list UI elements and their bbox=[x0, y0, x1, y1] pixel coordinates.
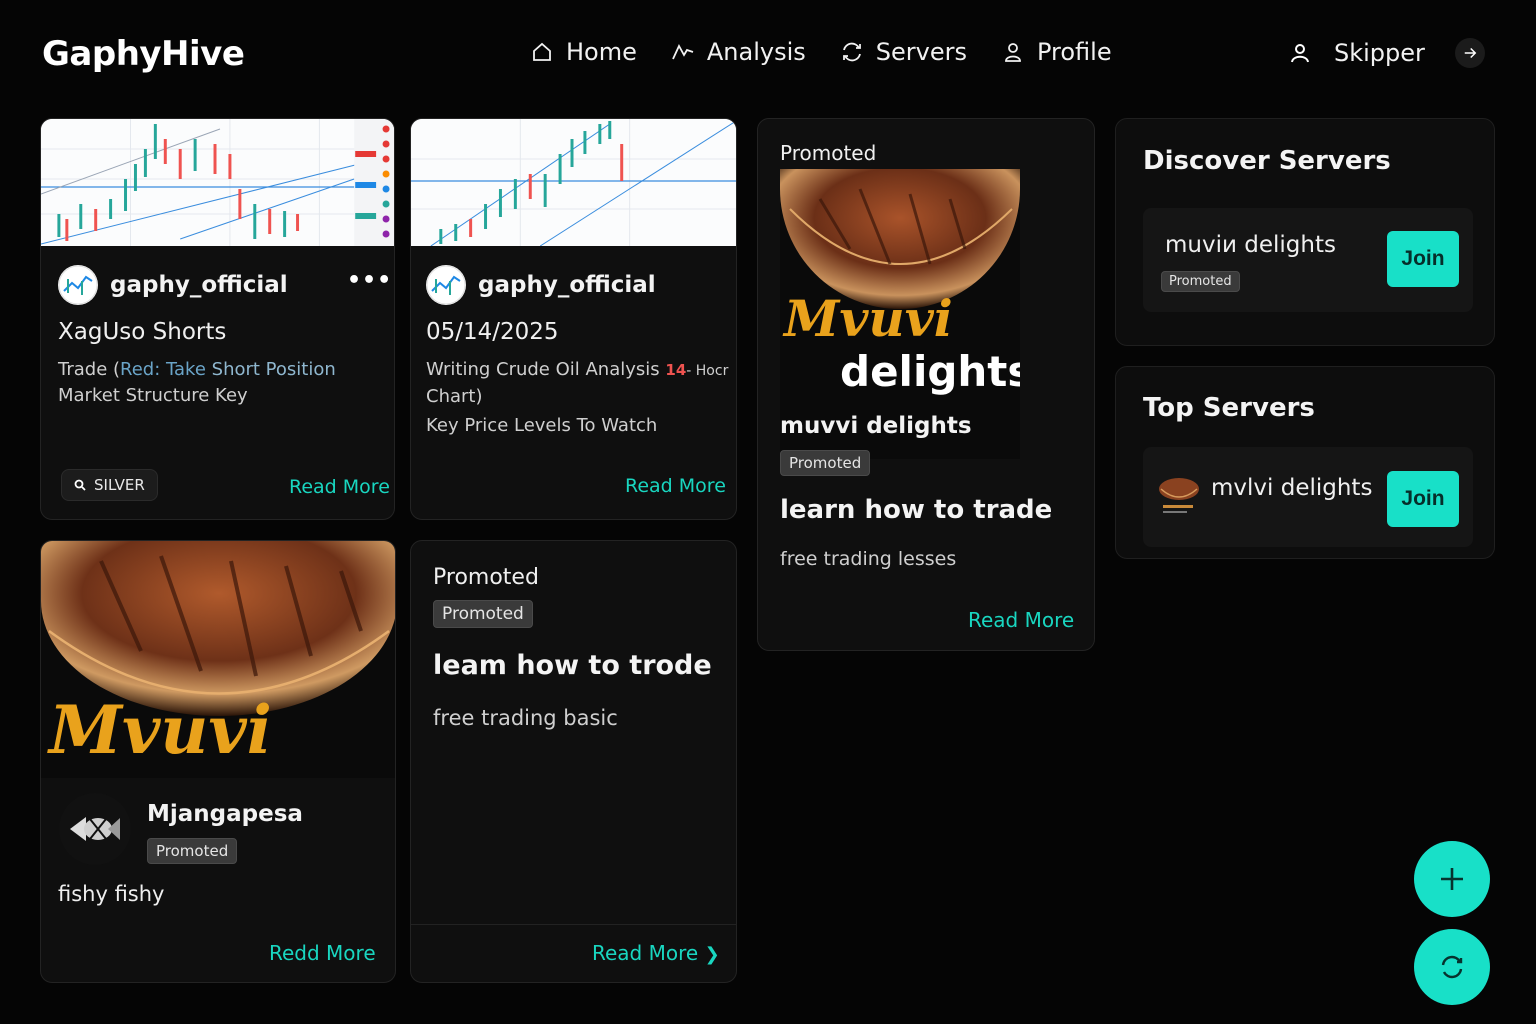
post-body-line-1: Writing Crude Oil Analysis 14- Hocr bbox=[426, 359, 729, 380]
read-more-link[interactable]: Redd More bbox=[269, 941, 376, 965]
nav-home[interactable]: Home bbox=[530, 38, 637, 66]
profile-icon bbox=[1005, 43, 1021, 62]
food-banner-image: Mvuvi bbox=[41, 541, 395, 778]
card-divider bbox=[411, 924, 736, 925]
post-date: 05/14/2025 bbox=[426, 319, 559, 345]
post-body-line-3: Key Price Levels To Watch bbox=[426, 415, 658, 436]
server-name: mvlvi delights bbox=[1211, 475, 1373, 501]
post-title: learn how to trade bbox=[780, 495, 1053, 525]
panel-title: Top Servers bbox=[1143, 393, 1315, 423]
panel-title: Discover Servers bbox=[1143, 146, 1391, 176]
post-card-xaguso[interactable]: gaphy_official ••• XagUso Shorts Trade (… bbox=[40, 118, 395, 520]
food-word-text: delights bbox=[840, 347, 1020, 396]
nav-profile-label: Profile bbox=[1036, 38, 1112, 66]
nav-profile[interactable]: Profile bbox=[1001, 38, 1112, 66]
nav-analysis-label: Analysis bbox=[706, 38, 806, 66]
post-body-line-2: Market Structure Key bbox=[58, 385, 248, 406]
post-body-line-2: Chart) bbox=[426, 386, 483, 407]
plus-icon bbox=[1441, 868, 1463, 890]
chevron-right-icon: ❯ bbox=[704, 944, 720, 965]
promoted-label: Promoted bbox=[433, 565, 539, 590]
author-name: gaphy_official bbox=[478, 272, 656, 298]
app-logo[interactable]: GaphyHive bbox=[42, 34, 245, 74]
food-dish-image bbox=[780, 169, 1020, 309]
post-body: fishy fishy bbox=[58, 882, 165, 906]
refresh-button[interactable] bbox=[1414, 929, 1490, 1005]
post-card-crude-oil[interactable]: gaphy_official 05/14/2025 Writing Crude … bbox=[410, 118, 737, 520]
post-body: Writing Crude Oil Analysis 14- Hocr Char… bbox=[426, 357, 731, 439]
search-icon bbox=[74, 479, 86, 491]
chart-avatar-icon bbox=[58, 265, 98, 305]
promoted-card-trade[interactable]: Promoted Promoted leam how to trode free… bbox=[410, 540, 737, 983]
avatar bbox=[426, 265, 466, 305]
server-thumbnail-image bbox=[1159, 478, 1199, 513]
main-nav: Home Analysis Servers Profile bbox=[530, 38, 1112, 66]
food-script-text: Mvuvi bbox=[49, 691, 272, 769]
promoted-badge: Promoted bbox=[433, 600, 533, 628]
user-menu[interactable]: Skipper bbox=[1288, 38, 1485, 68]
discover-servers-panel: Discover Servers muviи delights Promoted… bbox=[1115, 118, 1495, 346]
post-body-line-1: Trade (Red: Take Short Position bbox=[58, 359, 336, 380]
server-name: muviи delights bbox=[1165, 232, 1336, 258]
promoted-label: Promoted bbox=[780, 141, 877, 165]
chart-avatar-icon bbox=[426, 265, 466, 305]
fish-icon bbox=[70, 817, 120, 841]
post-author[interactable]: gaphy_official bbox=[58, 265, 288, 305]
food-script-text: Mvuvi bbox=[784, 289, 953, 348]
server-row[interactable]: muviи delights Promoted Join bbox=[1143, 208, 1473, 312]
post-chart-image bbox=[41, 119, 394, 246]
read-more-link[interactable]: Read More bbox=[625, 475, 726, 497]
highlight-number: 14 bbox=[665, 361, 687, 379]
badge-label: SILVER bbox=[94, 476, 145, 494]
join-button[interactable]: Join bbox=[1387, 471, 1459, 527]
read-more-link[interactable]: Read More bbox=[289, 476, 390, 498]
silver-badge[interactable]: SILVER bbox=[61, 469, 158, 501]
avatar bbox=[58, 265, 98, 305]
highlight-text: Red: Take bbox=[120, 359, 206, 380]
more-options-icon[interactable]: ••• bbox=[347, 268, 392, 293]
nav-home-label: Home bbox=[566, 38, 637, 66]
analysis-icon bbox=[672, 44, 694, 60]
post-body: Trade (Red: Take Short Position Market S… bbox=[58, 357, 336, 409]
post-subtitle: free trading basic bbox=[433, 706, 618, 730]
logout-button[interactable] bbox=[1454, 38, 1485, 68]
server-row[interactable]: mvlvi delights Join bbox=[1143, 447, 1473, 547]
nav-servers[interactable]: Servers bbox=[840, 38, 967, 66]
post-title: XagUso Shorts bbox=[58, 319, 227, 345]
read-more-link[interactable]: Read More ❯ bbox=[592, 941, 720, 965]
post-chart-image bbox=[411, 119, 736, 246]
nav-analysis[interactable]: Analysis bbox=[671, 38, 806, 66]
join-button[interactable]: Join bbox=[1387, 231, 1459, 287]
user-name: Skipper bbox=[1334, 39, 1425, 67]
top-servers-panel: Top Servers mvlvi delights Join bbox=[1115, 366, 1495, 559]
post-card-mjangapesa[interactable]: Mvuvi Mjangapesa Promoted fishy fishy Re… bbox=[40, 540, 396, 983]
arrow-right-icon bbox=[1464, 47, 1477, 59]
home-icon bbox=[533, 42, 551, 61]
promoted-card-muvvi[interactable]: Promoted Mvuvi delights muvvi delights P… bbox=[757, 118, 1095, 651]
post-title: leam how to trode bbox=[433, 650, 712, 681]
create-post-button[interactable] bbox=[1414, 841, 1490, 917]
author-name: Mjangapesa bbox=[147, 801, 303, 827]
post-subtitle: free trading lesses bbox=[780, 548, 957, 570]
author-name: gaphy_official bbox=[110, 272, 288, 298]
promoted-badge: Promoted bbox=[147, 838, 238, 864]
promoted-badge: Promoted bbox=[1161, 271, 1240, 292]
servers-icon bbox=[842, 42, 861, 62]
post-author[interactable]: gaphy_official bbox=[426, 265, 656, 305]
user-icon bbox=[1291, 44, 1309, 63]
read-more-link[interactable]: Read More bbox=[968, 608, 1074, 632]
avatar bbox=[59, 793, 131, 865]
refresh-icon bbox=[1441, 955, 1463, 979]
server-name: muvvi delights bbox=[780, 413, 972, 439]
promoted-badge: Promoted bbox=[780, 450, 871, 476]
nav-servers-label: Servers bbox=[875, 38, 967, 66]
